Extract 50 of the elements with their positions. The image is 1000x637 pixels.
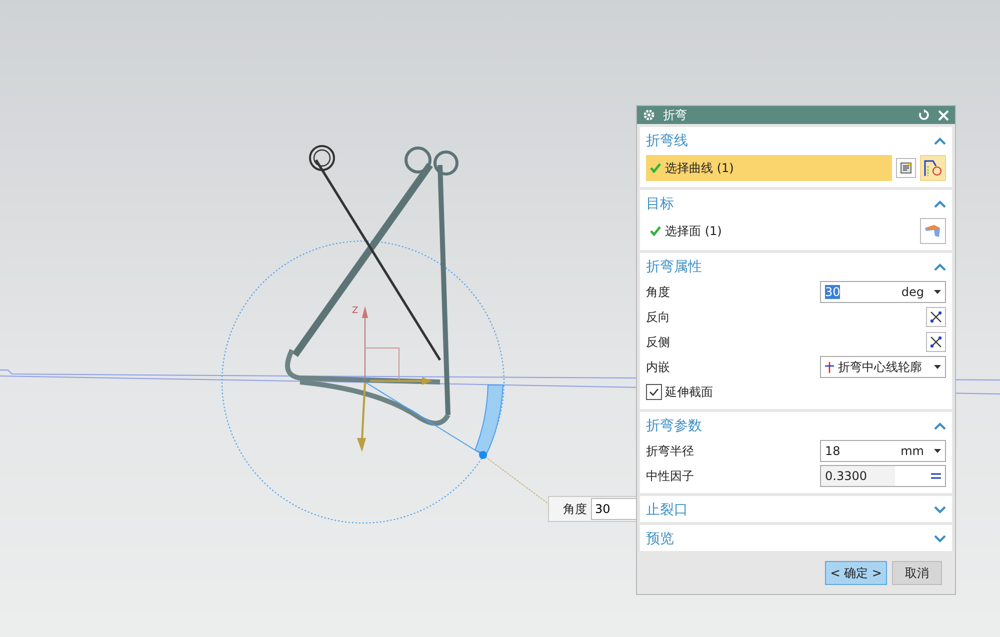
close-icon[interactable]: [938, 110, 949, 120]
swap-button[interactable]: [926, 307, 946, 327]
dropdown-caret-icon: [934, 290, 941, 294]
section-title[interactable]: 预览: [646, 530, 674, 548]
field-label: 内嵌: [646, 358, 671, 376]
ok-button[interactable]: < 确定 >: [825, 561, 887, 585]
selection-label: 选择曲线 (1): [665, 160, 734, 176]
value-field[interactable]: 30 deg: [820, 281, 946, 303]
cross-icon: [825, 362, 834, 372]
section-title[interactable]: 折弯参数: [646, 417, 702, 435]
selection-row[interactable]: 选择曲线 (1): [646, 155, 892, 181]
collapse-icon[interactable]: [934, 263, 946, 271]
expand-icon[interactable]: [934, 506, 946, 514]
axis-label: Z: [352, 306, 358, 316]
checkbox[interactable]: [646, 384, 662, 400]
equals-icon[interactable]: [931, 473, 941, 479]
angle-label: 角度: [563, 500, 587, 518]
face-icon[interactable]: [920, 218, 946, 244]
checkbox-label: 延伸截面: [665, 384, 714, 400]
value-field[interactable]: 18 mm: [820, 440, 946, 462]
collapse-icon[interactable]: [934, 200, 946, 208]
section-title[interactable]: 折弯属性: [646, 258, 702, 276]
collapse-icon[interactable]: [934, 422, 946, 430]
collapse-icon[interactable]: [934, 137, 946, 145]
field-label: 角度: [646, 284, 671, 300]
field-label: 折弯半径: [646, 442, 695, 460]
dialog-title: 折弯: [663, 106, 688, 124]
field-label: 中性因子: [646, 468, 695, 484]
option-label: 反向: [646, 308, 671, 326]
dropdown-caret-icon: [934, 449, 941, 453]
value-field[interactable]: 0.3300: [820, 465, 946, 487]
selection-label: 选择面 (1): [665, 222, 722, 240]
filter-icon[interactable]: [896, 158, 916, 178]
angle-arc-handle[interactable]: [474, 384, 504, 456]
check-icon: [650, 163, 661, 173]
checkmark-icon: [649, 388, 659, 396]
drag-handle[interactable]: [479, 451, 487, 459]
dropdown-field[interactable]: 折弯中心线轮廓: [820, 356, 946, 378]
check-icon: [650, 226, 661, 236]
settings-icon[interactable]: [643, 109, 655, 121]
option-label: 反侧: [646, 334, 671, 350]
expand-icon[interactable]: [934, 535, 946, 543]
reset-icon[interactable]: [918, 109, 930, 121]
swap-button[interactable]: [926, 332, 946, 352]
section-title[interactable]: 折弯线: [646, 132, 688, 150]
cancel-button[interactable]: 取消: [892, 561, 942, 585]
section-title[interactable]: 目标: [646, 195, 674, 213]
curve-icon[interactable]: [920, 155, 946, 181]
dropdown-caret-icon: [934, 365, 941, 369]
selection-row[interactable]: 选择面 (1): [646, 218, 916, 244]
